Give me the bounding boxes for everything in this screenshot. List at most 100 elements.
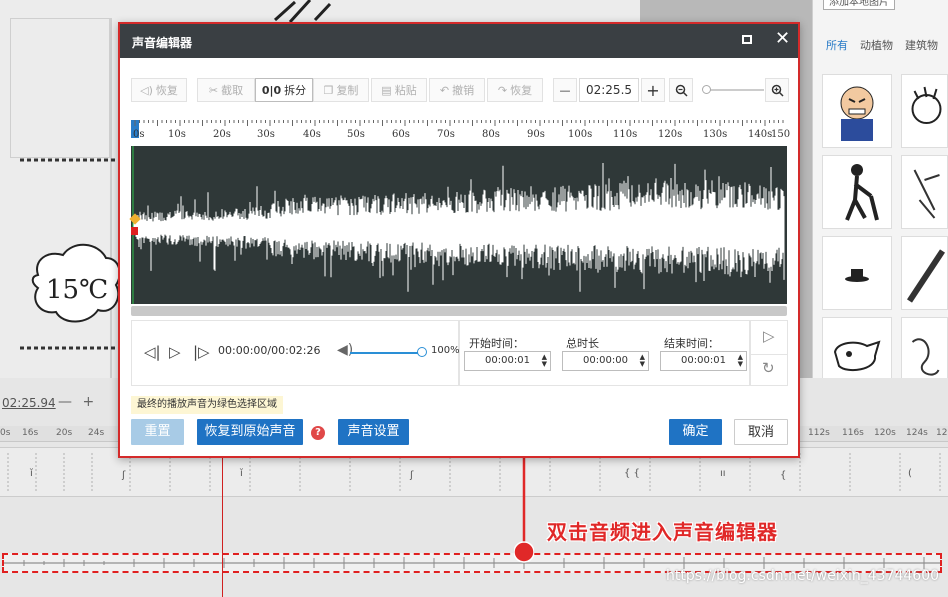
speaker-icon: ◁) (140, 83, 153, 97)
zoom-out-icon[interactable] (669, 78, 693, 102)
ruler-tick-label: 112s (808, 428, 830, 438)
asset-thumb-stick[interactable] (901, 236, 948, 310)
start-time-field[interactable]: 00:00:01 ▲ ▼ (464, 351, 551, 371)
scissors-icon: ✂ (208, 83, 219, 97)
help-icon[interactable]: ? (311, 426, 325, 440)
ok-button[interactable]: 确定 (669, 419, 722, 445)
asset-thumb-shocked-man[interactable] (901, 74, 948, 148)
tab-buildings[interactable]: 建筑物 (905, 37, 938, 53)
play-icon[interactable]: ▷ (169, 343, 181, 361)
spinner-icon[interactable]: ▲ ▼ (738, 354, 743, 368)
asset-thumb-golfer[interactable] (822, 155, 892, 229)
reset-selection-icon[interactable]: ↻ (762, 359, 775, 377)
ruler-label: 120s (658, 129, 683, 140)
watermark: https://blog.csdn.net/weixin_43744600 (666, 568, 940, 584)
asset-thumb-angry-man[interactable] (822, 74, 892, 148)
redo-button[interactable]: ↷ 恢复 (487, 78, 543, 102)
zoom-slider-knob[interactable] (702, 85, 711, 94)
cut-button[interactable]: ✂ 截取 (197, 78, 255, 102)
canvas-guide (10, 18, 110, 158)
time-decrease-button[interactable]: — (553, 78, 577, 102)
start-time-value: 00:00:01 (485, 355, 530, 366)
ruler-tick-label: 0s (0, 428, 11, 438)
selection-marker-bottom[interactable] (131, 227, 138, 235)
waveform-graphic (132, 146, 785, 304)
close-icon[interactable]: ✕ (775, 29, 790, 49)
reset-button[interactable]: 重置 (131, 419, 184, 445)
add-local-image-button[interactable]: 添加本地图片 (823, 0, 895, 10)
ruler-tick-label: 16s (22, 428, 39, 438)
svg-text:ıı: ıı (720, 468, 726, 479)
ruler-label: 60s (392, 129, 410, 140)
restore-label: 恢复 (155, 84, 178, 97)
copy-button[interactable]: ❐ 复制 (313, 78, 369, 102)
start-time-label: 开始时间： (469, 337, 524, 350)
ruler-label: 90s (527, 129, 545, 140)
maximize-icon[interactable] (742, 35, 752, 44)
tab-animals-plants[interactable]: 动植物 (860, 37, 893, 53)
volume-slider-knob[interactable] (417, 347, 427, 357)
next-icon[interactable]: |▷ (193, 343, 210, 361)
temperature-sticker[interactable]: 15℃ (28, 230, 123, 335)
svg-text:{: { (780, 470, 786, 481)
time-input[interactable]: 02:25.5 (579, 78, 639, 102)
ruler-tick-label: 20s (56, 428, 73, 438)
ruler-label: 50s (347, 129, 365, 140)
time-increase-button[interactable]: + (641, 78, 665, 102)
ruler-label: 70s (437, 129, 455, 140)
ruler-tick-label: 24s (88, 428, 105, 438)
restore-button-left[interactable]: ◁) 恢复 (131, 78, 187, 102)
redo-label: 恢复 (510, 84, 533, 97)
asset-thumb-hat[interactable] (822, 236, 892, 310)
undo-button[interactable]: ↶ 撤销 (429, 78, 485, 102)
sound-settings-button[interactable]: 声音设置 (338, 419, 409, 445)
dialog-titlebar[interactable]: 声音编辑器 ✕ (120, 24, 798, 58)
end-time-field[interactable]: 00:00:01 ▲ ▼ (660, 351, 747, 371)
hatched-line (20, 346, 120, 350)
spinner-icon[interactable]: ▲ ▼ (542, 354, 547, 368)
asset-thumb-sketch[interactable] (901, 155, 948, 229)
ruler-label: 150 (771, 129, 791, 140)
volume-icon[interactable]: ◀) (337, 342, 353, 358)
ruler-label: 30s (257, 129, 275, 140)
side-buttons: ▷ ↻ (750, 320, 788, 386)
svg-text:{ {: { { (624, 468, 640, 479)
paste-icon: ▤ (381, 83, 392, 97)
svg-text:ʃ: ʃ (409, 470, 414, 481)
svg-text:ĭ: ĭ (29, 467, 33, 479)
paste-label: 粘贴 (394, 84, 417, 97)
zoom-slider[interactable] (704, 89, 764, 91)
timeline-zoom-out[interactable]: — (58, 394, 72, 410)
timeline-zoom-controls: — + (58, 394, 94, 410)
svg-text:(: ( (908, 468, 912, 479)
waveform-scrollbar[interactable] (131, 306, 787, 316)
paste-button[interactable]: ▤ 粘贴 (371, 78, 427, 102)
ruler-tick-label: 116s (842, 428, 864, 438)
tab-all[interactable]: 所有 (826, 37, 848, 53)
ruler-label: 0s (133, 129, 145, 140)
timeline-zoom-in[interactable]: + (82, 394, 94, 410)
timeline-time: 02:25.94 (2, 396, 56, 410)
ruler-label: 10s (168, 129, 186, 140)
play-selection-icon[interactable]: ▷ (763, 327, 775, 345)
player-controls: ◁| ▷ |▷ 00:00:00/00:02:26 ◀) 100% (131, 320, 460, 386)
restore-original-button[interactable]: 恢复到原始声音 (197, 419, 303, 445)
ruler-label: 130s (703, 129, 728, 140)
editor-toolbar: ◁) 恢复 ✂ 截取 0|0 拆分 ❐ 复制 ▤ 粘贴 ↶ 撤销 ↷ 恢复 — … (131, 78, 789, 102)
waveform-display[interactable] (131, 146, 787, 304)
waveform-ruler[interactable]: 0s 10s 20s 30s 40s 50s 60s 70s 80s 90s 1… (131, 120, 791, 144)
hatched-line (20, 158, 120, 162)
zoom-in-icon[interactable] (765, 78, 789, 102)
ruler-ticks (134, 120, 784, 126)
duration-field[interactable]: 00:00:00 ▲ ▼ (562, 351, 649, 371)
split-button[interactable]: 0|0 拆分 (255, 78, 313, 102)
playback-time: 00:00:00/00:02:26 (218, 344, 321, 357)
time-fields: 开始时间： 00:00:01 ▲ ▼ 总时长 00:00:00 ▲ ▼ 结束时间： … (459, 320, 750, 386)
previous-icon[interactable]: ◁| (144, 343, 161, 361)
ruler-tick-label: 124s (906, 428, 928, 438)
redo-icon: ↷ (497, 83, 508, 97)
undo-label: 撤销 (452, 84, 475, 97)
cancel-button[interactable]: 取消 (734, 419, 788, 445)
volume-slider[interactable] (350, 352, 420, 354)
spinner-icon[interactable]: ▲ ▼ (640, 354, 645, 368)
